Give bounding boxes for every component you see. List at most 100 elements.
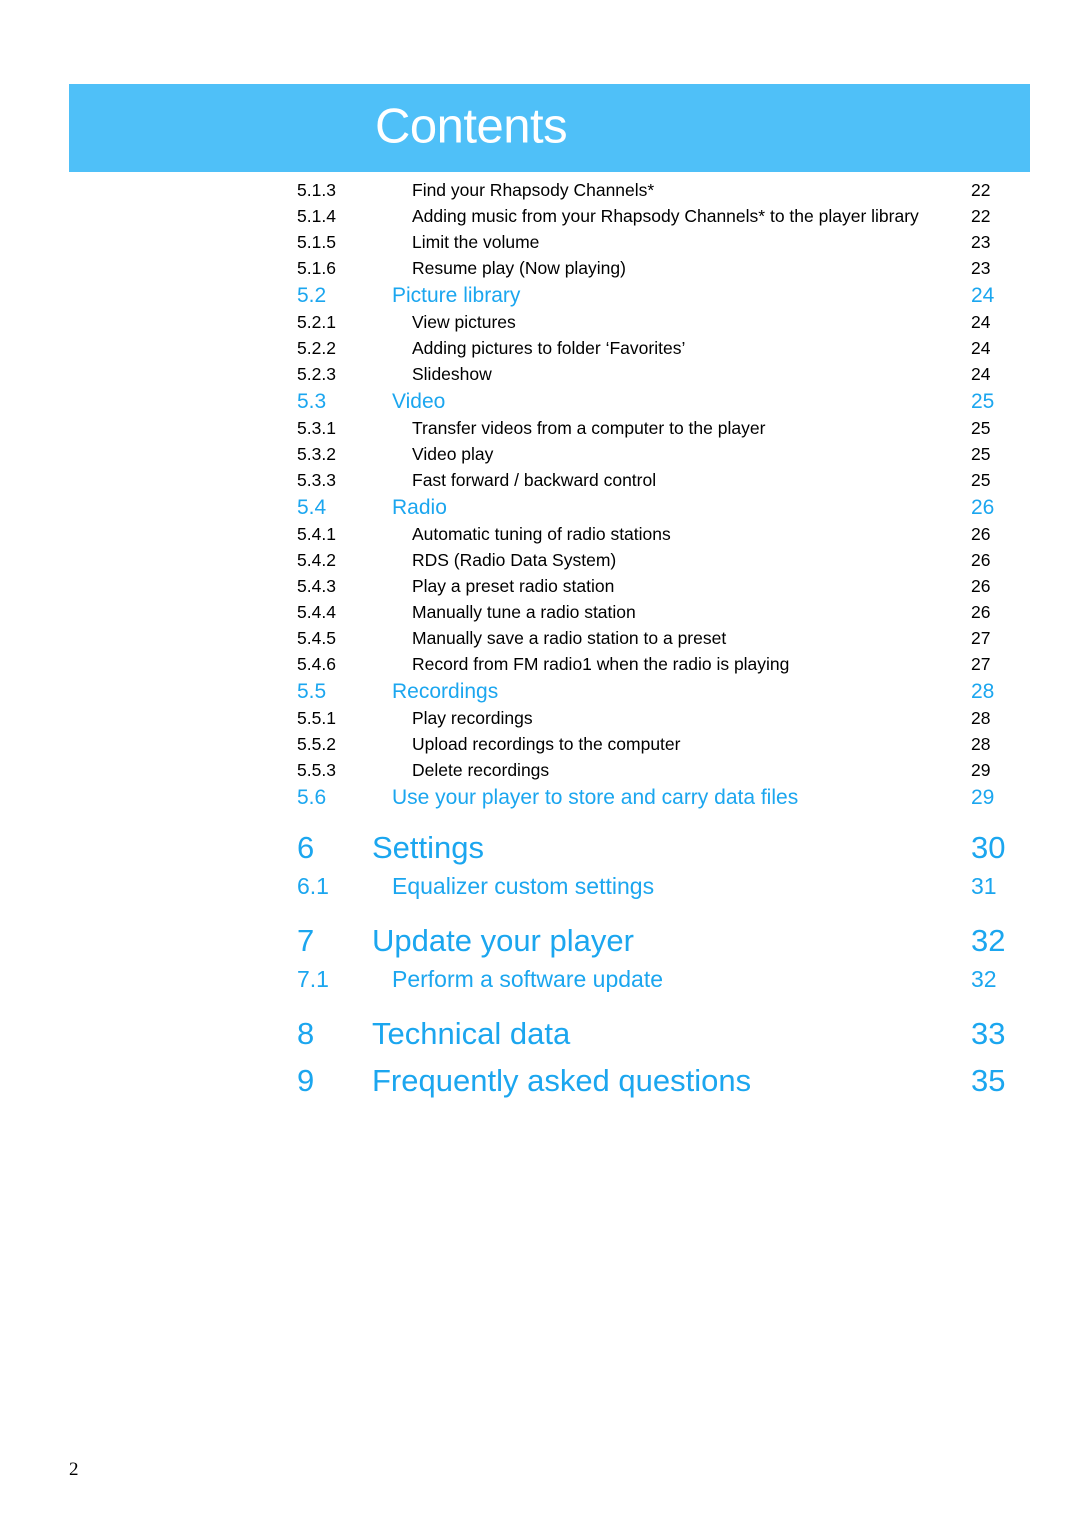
- toc-entry-title: View pictures: [412, 312, 516, 332]
- toc-entry-5-4-4[interactable]: 5.4.4 Manually tune a radio station 26: [0, 602, 1080, 628]
- page-title: Contents: [375, 99, 568, 154]
- toc-entry-number: 5.3.2: [297, 444, 336, 464]
- footer-page-number: 2: [69, 1459, 79, 1480]
- toc-entry-5-4[interactable]: 5.4 Radio 26: [0, 496, 1080, 524]
- toc-entry-page: 35: [971, 1063, 1006, 1098]
- toc-entry-5-4-3[interactable]: 5.4.3 Play a preset radio station 26: [0, 576, 1080, 602]
- toc-entry-number: 5.3.3: [297, 470, 336, 490]
- toc-entry-page: 27: [971, 654, 991, 674]
- toc-entry-page: 33: [971, 1016, 1006, 1051]
- toc-entry-page: 24: [971, 284, 995, 307]
- toc-entry-page: 31: [971, 873, 997, 899]
- toc-entry-number: 5.5.2: [297, 734, 336, 754]
- toc-entry-title: RDS (Radio Data System): [412, 550, 617, 570]
- toc-entry-title: Video: [392, 390, 446, 413]
- toc-entry-page: 29: [971, 786, 995, 809]
- toc-entry-page: 26: [971, 602, 991, 622]
- toc-entry-number: 5.3: [297, 390, 327, 413]
- toc-entry-number: 8: [297, 1016, 315, 1051]
- toc-entry-5-1-6[interactable]: 5.1.6 Resume play (Now playing) 23: [0, 258, 1080, 284]
- toc-entry-5-2-3[interactable]: 5.2.3 Slideshow 24: [0, 364, 1080, 390]
- toc-entry-5-1-3[interactable]: 5.1.3 Find your Rhapsody Channels* 22: [0, 180, 1080, 206]
- toc-entry-number: 5.4.3: [297, 576, 336, 596]
- toc-entry-title: Fast forward / backward control: [412, 470, 657, 490]
- toc-entry-5-5[interactable]: 5.5 Recordings 28: [0, 680, 1080, 708]
- toc-entry-title: Record from FM radio1 when the radio is …: [412, 654, 790, 674]
- toc-entry-page: 24: [971, 364, 991, 384]
- toc-entry-title: Automatic tuning of radio stations: [412, 524, 671, 544]
- toc-entry-page: 26: [971, 576, 991, 596]
- table-of-contents: 5.1.3 Find your Rhapsody Channels* 22 5.1.4…: [0, 180, 1080, 1106]
- toc-entry-title: Upload recordings to the computer: [412, 734, 681, 754]
- toc-entry-5-1-5[interactable]: 5.1.5 Limit the volume 23: [0, 232, 1080, 258]
- toc-entry-page: 26: [971, 524, 991, 544]
- toc-entry-page: 32: [971, 966, 997, 992]
- toc-entry-page: 30: [971, 830, 1006, 865]
- toc-entry-5-5-1[interactable]: 5.5.1 Play recordings 28: [0, 708, 1080, 734]
- toc-entry-title: Picture library: [392, 284, 521, 307]
- toc-entry-5-1-4[interactable]: 5.1.4 Adding music from your Rhapsody Cha…: [0, 206, 1080, 232]
- toc-entry-page: 24: [971, 312, 991, 332]
- toc-entry-number: 5.1.4: [297, 206, 336, 226]
- toc-entry-page: 23: [971, 232, 991, 252]
- toc-entry-number: 5.2.1: [297, 312, 336, 332]
- toc-entry-title: Technical data: [372, 1016, 571, 1051]
- toc-entry-number: 5.4.4: [297, 602, 336, 622]
- toc-entry-5-5-2[interactable]: 5.5.2 Upload recordings to the computer 28: [0, 734, 1080, 760]
- toc-entry-number: 7: [297, 923, 315, 958]
- toc-entry-page: 28: [971, 680, 995, 703]
- toc-entry-title: Equalizer custom settings: [392, 873, 655, 899]
- toc-entry-page: 22: [971, 206, 991, 226]
- toc-entry-title: Slideshow: [412, 364, 492, 384]
- toc-entry-number: 5.2: [297, 284, 327, 307]
- toc-entry-page: 25: [971, 444, 991, 464]
- toc-entry-number: 5.5.3: [297, 760, 336, 780]
- toc-entry-number: 5.5: [297, 680, 327, 703]
- toc-entry-title: Resume play (Now playing): [412, 258, 626, 278]
- toc-entry-title: Transfer videos from a computer to the p…: [412, 418, 766, 438]
- toc-entry-5-3-1[interactable]: 5.3.1 Transfer videos from a computer to …: [0, 418, 1080, 444]
- toc-entry-6-1[interactable]: 6.1 Equalizer custom settings 31: [0, 873, 1080, 907]
- toc-entry-title: Frequently asked questions: [372, 1063, 752, 1098]
- toc-entry-page: 24: [971, 338, 991, 358]
- toc-entry-title: Settings: [372, 830, 485, 865]
- toc-entry-5-4-6[interactable]: 5.4.6 Record from FM radio1 when the radi…: [0, 654, 1080, 680]
- toc-entry-number: 7.1: [297, 966, 329, 992]
- toc-entry-5-3-3[interactable]: 5.3.3 Fast forward / backward control 25: [0, 470, 1080, 496]
- toc-entry-9[interactable]: 9 Frequently asked questions 35: [0, 1063, 1080, 1106]
- toc-entry-title: Radio: [392, 496, 447, 519]
- toc-entry-5-2-1[interactable]: 5.2.1 View pictures 24: [0, 312, 1080, 338]
- toc-entry-7-1[interactable]: 7.1 Perform a software update 32: [0, 966, 1080, 1000]
- toc-entry-5-3[interactable]: 5.3 Video 25: [0, 390, 1080, 418]
- toc-entry-5-6[interactable]: 5.6 Use your player to store and carry da…: [0, 786, 1080, 814]
- toc-entry-title: Play recordings: [412, 708, 533, 728]
- toc-entry-title: Use your player to store and carry data …: [392, 786, 799, 809]
- toc-entry-page: 25: [971, 470, 991, 490]
- toc-entry-6[interactable]: 6 Settings 30: [0, 830, 1080, 873]
- toc-entry-5-4-2[interactable]: 5.4.2 RDS (Radio Data System) 26: [0, 550, 1080, 576]
- toc-entry-number: 9: [297, 1063, 315, 1098]
- toc-entry-5-5-3[interactable]: 5.5.3 Delete recordings 29: [0, 760, 1080, 786]
- toc-entry-page: 29: [971, 760, 991, 780]
- toc-entry-page: 28: [971, 708, 991, 728]
- toc-entry-page: 23: [971, 258, 991, 278]
- toc-entry-number: 5.2.3: [297, 364, 336, 384]
- toc-entry-page: 26: [971, 550, 991, 570]
- toc-entry-page: 32: [971, 923, 1006, 958]
- toc-entry-5-3-2[interactable]: 5.3.2 Video play 25: [0, 444, 1080, 470]
- toc-entry-title: Perform a software update: [392, 966, 664, 992]
- toc-entry-5-2[interactable]: 5.2 Picture library 24: [0, 284, 1080, 312]
- toc-entry-5-4-5[interactable]: 5.4.5 Manually save a radio station to a …: [0, 628, 1080, 654]
- toc-entry-7[interactable]: 7 Update your player 32: [0, 923, 1080, 966]
- toc-entry-title: Update your player: [372, 923, 634, 958]
- toc-entry-5-2-2[interactable]: 5.2.2 Adding pictures to folder ‘Favorite…: [0, 338, 1080, 364]
- toc-entry-8[interactable]: 8 Technical data 33: [0, 1016, 1080, 1059]
- toc-entry-title: Adding pictures to folder ‘Favorites’: [412, 338, 686, 358]
- toc-entry-number: 5.1.5: [297, 232, 336, 252]
- toc-entry-number: 5.4: [297, 496, 327, 519]
- toc-entry-page: 26: [971, 496, 995, 519]
- toc-entry-number: 5.3.1: [297, 418, 336, 438]
- toc-entry-title: Manually tune a radio station: [412, 602, 636, 622]
- contents-banner: Contents: [69, 84, 1030, 172]
- toc-entry-5-4-1[interactable]: 5.4.1 Automatic tuning of radio stations 2…: [0, 524, 1080, 550]
